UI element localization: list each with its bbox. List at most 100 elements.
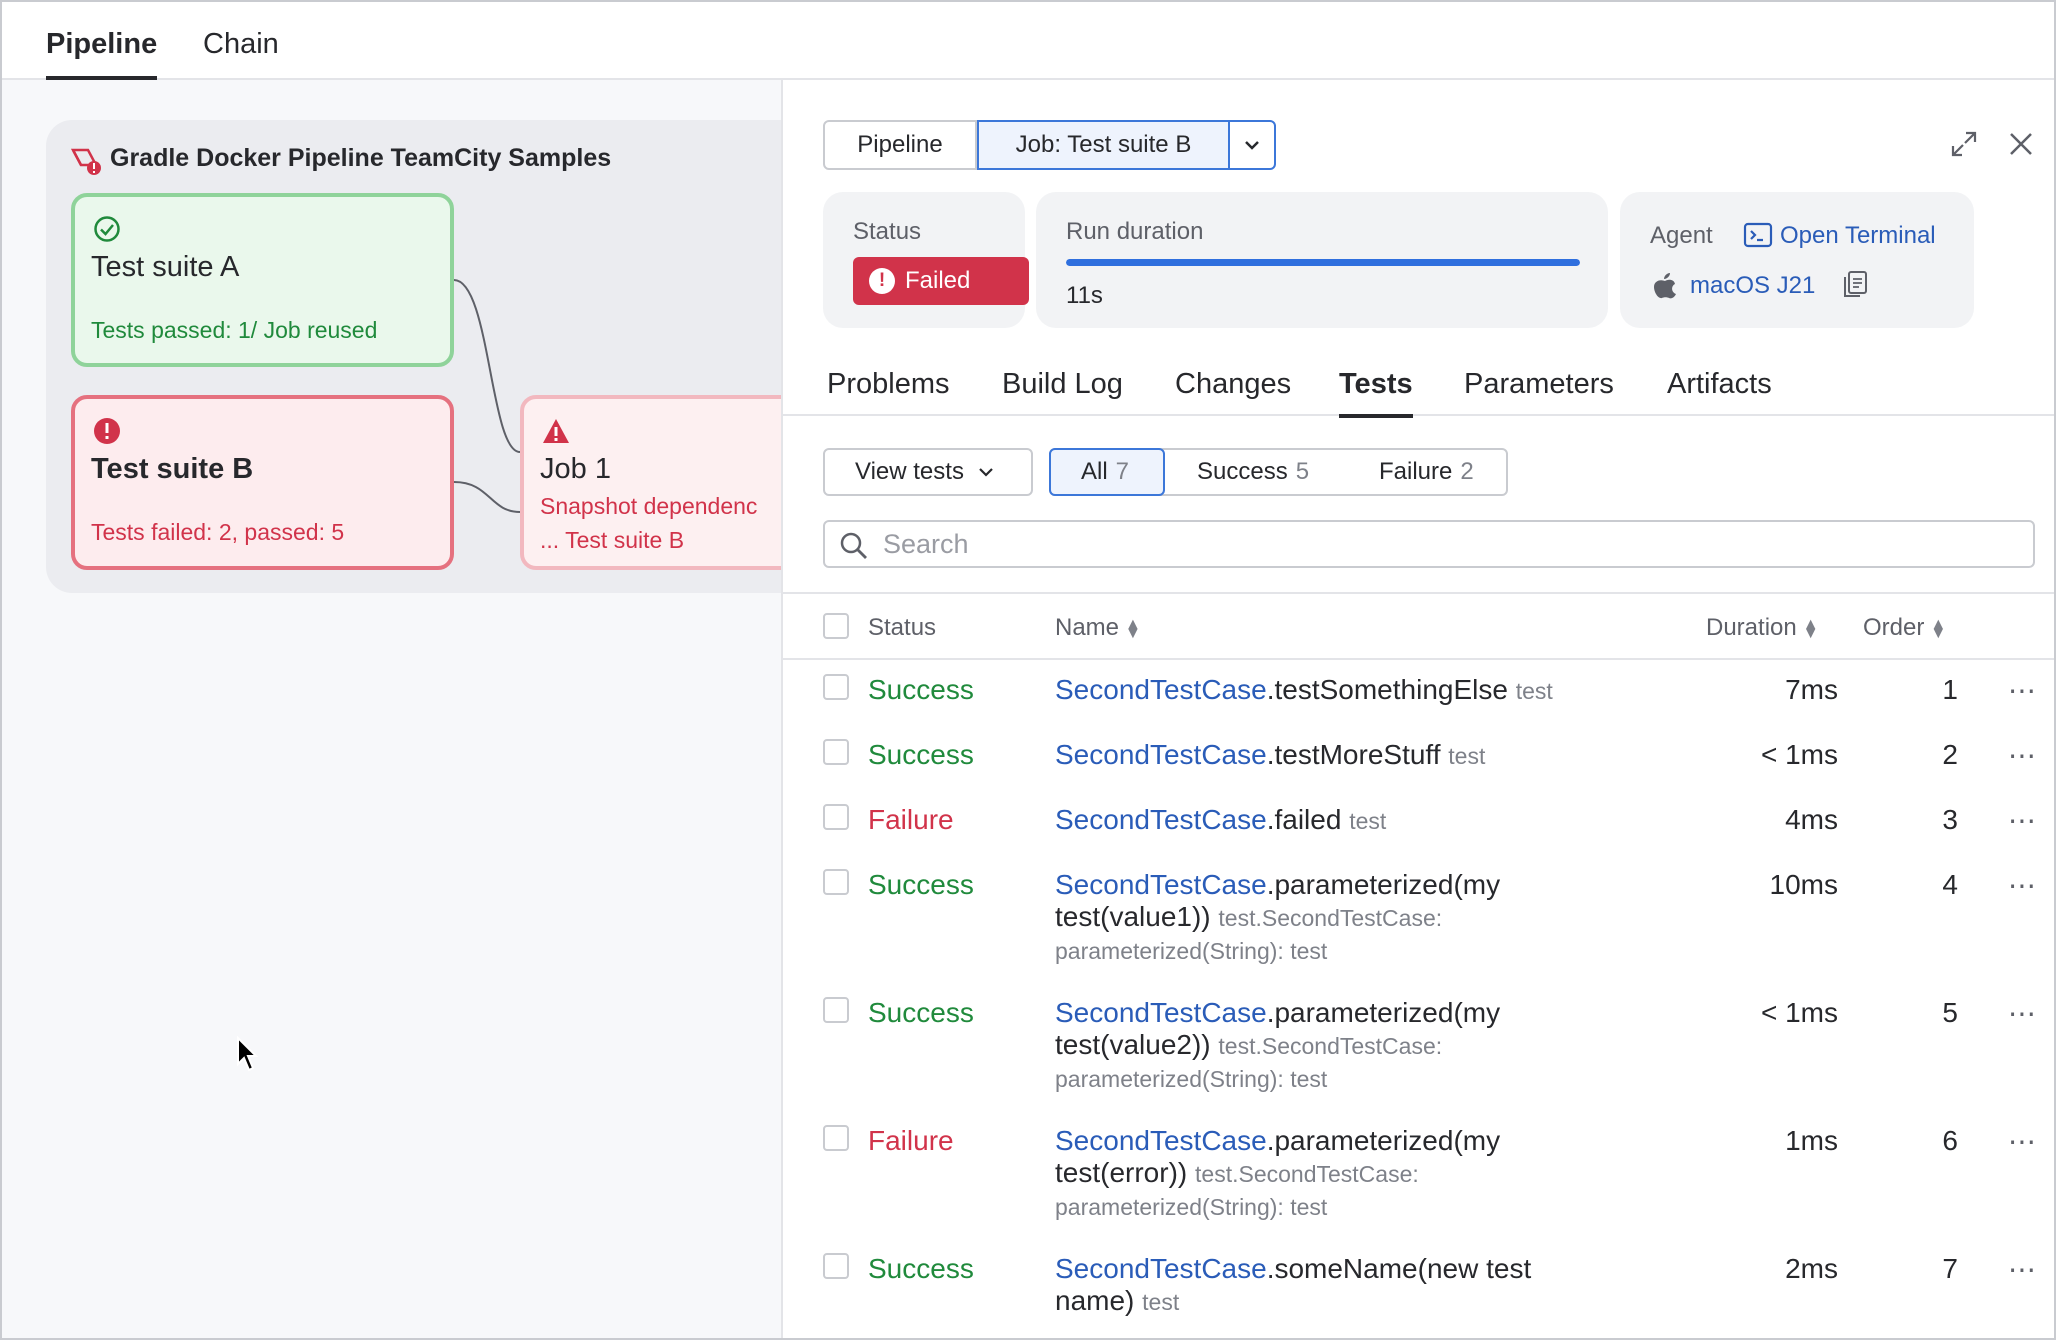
sort-icon: ▲ ▼ bbox=[1802, 615, 1819, 642]
tab-problems[interactable]: Problems bbox=[827, 368, 950, 401]
row-checkbox[interactable] bbox=[823, 674, 849, 700]
row-order: 1 bbox=[1942, 674, 1958, 705]
column-order[interactable]: Order ▲ ▼ bbox=[1863, 614, 1946, 642]
close-button[interactable] bbox=[2003, 126, 2039, 162]
view-tests-dropdown[interactable]: View tests bbox=[823, 448, 1033, 496]
job-dropdown-button[interactable] bbox=[1228, 120, 1276, 170]
status-label: Status bbox=[853, 218, 922, 245]
select-all-checkbox[interactable] bbox=[823, 613, 849, 639]
test-package: test bbox=[1349, 808, 1387, 834]
more-actions-icon[interactable]: ⋯ bbox=[2008, 1125, 2038, 1158]
copy-icon[interactable] bbox=[1842, 270, 1868, 298]
row-checkbox[interactable] bbox=[823, 1125, 849, 1151]
search-icon bbox=[840, 532, 867, 559]
tab-changes[interactable]: Changes bbox=[1175, 368, 1291, 401]
row-duration: < 1ms bbox=[1760, 739, 1838, 770]
tab-parameters[interactable]: Parameters bbox=[1464, 368, 1614, 401]
filter-label: Failure bbox=[1379, 458, 1453, 485]
more-actions-icon[interactable]: ⋯ bbox=[2008, 804, 2038, 837]
breadcrumb-job-button[interactable]: Job: Test suite B bbox=[977, 120, 1230, 170]
test-class-link[interactable]: SecondTestCase bbox=[1055, 674, 1267, 705]
test-class-link[interactable]: SecondTestCase bbox=[1055, 997, 1267, 1028]
column-duration-label: Duration bbox=[1706, 614, 1797, 641]
row-status: Success bbox=[868, 739, 974, 770]
more-actions-icon[interactable]: ⋯ bbox=[2008, 674, 2038, 707]
row-test-name: SecondTestCase.parameterized(my test(val… bbox=[1055, 869, 1575, 967]
test-search-box bbox=[823, 520, 2035, 568]
tab-artifacts[interactable]: Artifacts bbox=[1667, 368, 1772, 401]
view-tests-label: View tests bbox=[855, 458, 964, 485]
row-order: 3 bbox=[1942, 804, 1958, 835]
terminal-icon bbox=[1743, 222, 1773, 248]
run-duration-label: Run duration bbox=[1066, 218, 1204, 245]
more-actions-icon[interactable]: ⋯ bbox=[2008, 1253, 2038, 1286]
open-terminal-link[interactable]: Open Terminal bbox=[1780, 222, 1936, 250]
job-status-text: Tests passed: 1/ Job reused bbox=[91, 317, 378, 343]
test-package: test bbox=[1448, 743, 1486, 769]
row-test-name: SecondTestCase.failed test bbox=[1055, 804, 1575, 837]
row-test-name: SecondTestCase.parameterized(my test(err… bbox=[1055, 1125, 1575, 1223]
job-status-line1: Snapshot dependenc bbox=[540, 493, 758, 519]
job-card-test-suite-b[interactable]: Test suite B Tests failed: 2, passed: 5 bbox=[71, 395, 454, 570]
row-checkbox[interactable] bbox=[823, 997, 849, 1023]
job-details-panel: Pipeline Job: Test suite B Status ! Fail… bbox=[781, 80, 2056, 1340]
row-status: Success bbox=[868, 674, 974, 705]
test-class-link[interactable]: SecondTestCase bbox=[1055, 739, 1267, 770]
breadcrumb-pipeline-button[interactable]: Pipeline bbox=[823, 120, 977, 170]
job-status-text: Tests failed: 2, passed: 5 bbox=[91, 519, 345, 545]
row-duration: 7ms bbox=[1785, 674, 1838, 705]
row-checkbox[interactable] bbox=[823, 1253, 849, 1279]
warning-icon bbox=[543, 419, 569, 443]
filter-failure[interactable]: Failure 2 bbox=[1379, 450, 1474, 494]
column-name-label: Name bbox=[1055, 614, 1120, 641]
test-class-link[interactable]: SecondTestCase bbox=[1055, 869, 1267, 900]
more-actions-icon[interactable]: ⋯ bbox=[2008, 869, 2038, 902]
run-duration-value: 11s bbox=[1066, 282, 1103, 309]
run-progress-bar bbox=[1066, 259, 1580, 266]
row-status: Success bbox=[868, 997, 974, 1028]
tab-tests[interactable]: Tests bbox=[1339, 368, 1413, 418]
filter-count: 7 bbox=[1115, 458, 1130, 485]
row-test-name: SecondTestCase.testMoreStuff test bbox=[1055, 739, 1575, 772]
row-checkbox[interactable] bbox=[823, 869, 849, 895]
status-value: Failed bbox=[905, 267, 971, 294]
column-name[interactable]: Name ▲ ▼ bbox=[1055, 614, 1141, 642]
chevron-down-icon bbox=[1245, 141, 1259, 150]
test-method: .failed bbox=[1266, 804, 1342, 835]
job-name: Job 1 bbox=[540, 453, 611, 485]
row-status: Failure bbox=[868, 1125, 954, 1156]
filter-count: 5 bbox=[1295, 458, 1310, 485]
close-icon bbox=[2010, 133, 2032, 155]
job-name: Test suite B bbox=[91, 453, 254, 485]
test-class-link[interactable]: SecondTestCase bbox=[1055, 1125, 1267, 1156]
test-class-link[interactable]: SecondTestCase bbox=[1055, 804, 1267, 835]
row-checkbox[interactable] bbox=[823, 804, 849, 830]
filter-count: 2 bbox=[1460, 458, 1474, 485]
sort-icon: ▲ ▼ bbox=[1125, 615, 1141, 642]
error-icon: ! bbox=[869, 268, 895, 294]
more-actions-icon[interactable]: ⋯ bbox=[2008, 997, 2038, 1030]
row-duration: 10ms bbox=[1769, 869, 1838, 900]
more-actions-icon[interactable]: ⋯ bbox=[2008, 739, 2038, 772]
agent-name-link[interactable]: macOS J21 bbox=[1690, 272, 1815, 300]
job-card-test-suite-a[interactable]: Test suite A Tests passed: 1/ Job reused bbox=[71, 193, 454, 367]
filter-success[interactable]: Success 5 bbox=[1197, 450, 1309, 494]
filter-all[interactable]: All 7 bbox=[1049, 448, 1165, 496]
apple-icon bbox=[1654, 273, 1676, 299]
row-test-name: SecondTestCase.parameterized(my test(val… bbox=[1055, 997, 1575, 1095]
tab-build-log[interactable]: Build Log bbox=[1002, 368, 1123, 401]
row-status: Success bbox=[868, 869, 974, 900]
search-input[interactable] bbox=[881, 526, 2021, 562]
column-order-label: Order bbox=[1863, 614, 1925, 641]
test-method: .testMoreStuff bbox=[1266, 739, 1441, 770]
expand-button[interactable] bbox=[1946, 126, 1982, 162]
run-duration-card: Run duration 11s bbox=[1036, 192, 1608, 328]
test-class-link[interactable]: SecondTestCase bbox=[1055, 1253, 1267, 1284]
mouse-cursor-icon bbox=[237, 1036, 259, 1072]
row-checkbox[interactable] bbox=[823, 739, 849, 765]
job-card-job-1[interactable]: Job 1 Snapshot dependenc ... Test suite … bbox=[520, 395, 820, 570]
column-duration[interactable]: Duration ▲ ▼ bbox=[1706, 614, 1819, 642]
row-order: 4 bbox=[1942, 869, 1958, 900]
row-order: 5 bbox=[1942, 997, 1958, 1028]
row-status: Success bbox=[868, 1253, 974, 1284]
